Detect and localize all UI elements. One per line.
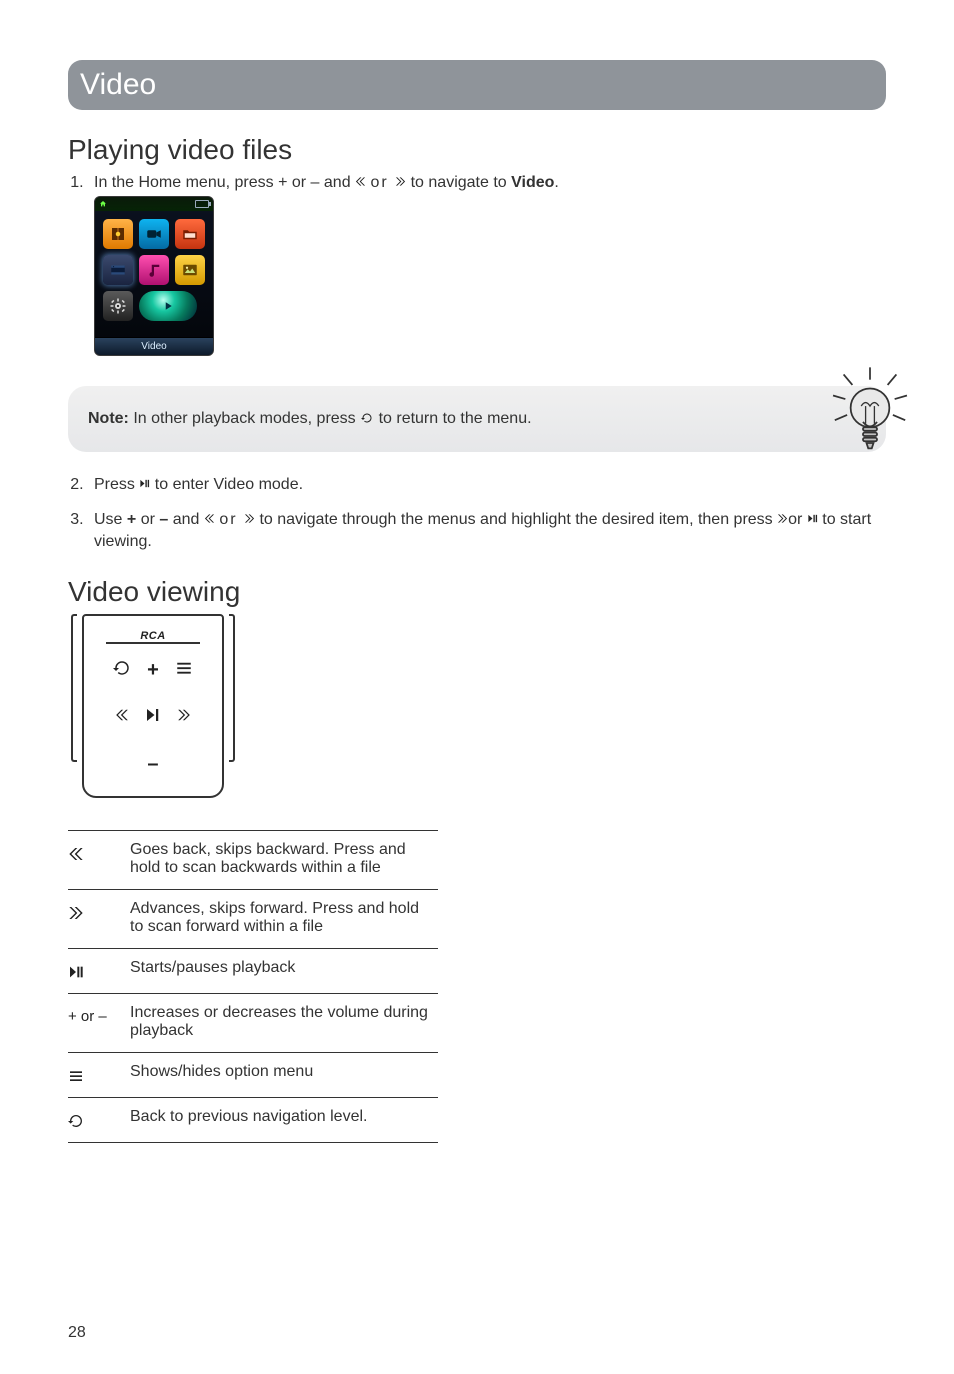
s3-pre: Use <box>94 511 127 528</box>
s3-and: and <box>168 511 204 528</box>
s2-pre: Press <box>94 476 139 493</box>
home-icon <box>99 200 107 208</box>
menu-icon <box>175 659 193 682</box>
tile-video-selected <box>103 255 133 285</box>
return-icon <box>360 410 374 427</box>
s2-post: to enter Video mode. <box>150 476 303 493</box>
row-back: Back to previous navigation level. <box>68 1098 438 1143</box>
device-diagram: RCA + – <box>68 614 238 798</box>
lightbulb-icon <box>826 364 914 464</box>
back-desc: Back to previous navigation level. <box>130 1098 438 1143</box>
prev-desc: Goes back, skips backward. Press and hol… <box>130 831 438 890</box>
vol-desc: Increases or decreases the volume during… <box>130 994 438 1053</box>
chevron-left-icon <box>115 708 129 727</box>
steps-list-2: Press to enter Video mode. Use + or – an… <box>68 474 886 553</box>
home-caption: Video <box>95 337 213 355</box>
play-pause-icon <box>68 949 130 994</box>
row-next: Advances, skips forward. Press and hold … <box>68 890 438 949</box>
page-number: 28 <box>68 1324 86 1342</box>
step-1: In the Home menu, press + or – and or to… <box>88 172 886 356</box>
tile-photo <box>175 255 205 285</box>
menu-icon <box>68 1053 130 1098</box>
plus-icon: + <box>147 659 159 682</box>
home-menu-screenshot: Video <box>94 196 214 356</box>
controls-table: Goes back, skips backward. Press and hol… <box>68 830 438 1143</box>
section-heading-playing: Playing video files <box>68 134 886 166</box>
play-desc: Starts/pauses playback <box>130 949 438 994</box>
step-2: Press to enter Video mode. <box>88 474 886 496</box>
device-screen: RCA <box>106 622 200 644</box>
section-heading-viewing: Video viewing <box>68 576 886 608</box>
device-logo: RCA <box>140 630 165 642</box>
step-3: Use + or – and or to navigate through th… <box>88 509 886 552</box>
next-desc: Advances, skips forward. Press and hold … <box>130 890 438 949</box>
device-right-rail <box>229 614 235 762</box>
page-title: Video <box>80 68 156 102</box>
play-pause-icon <box>139 474 150 496</box>
chevron-right-icon <box>244 509 255 531</box>
prev-icon <box>68 831 130 890</box>
row-playpause: Starts/pauses playback <box>68 949 438 994</box>
s3-or2: or <box>219 511 244 528</box>
step1-end: . <box>554 174 558 191</box>
tile-settings <box>103 291 133 321</box>
s3-or1: or <box>136 511 159 528</box>
section-titlebar: Video <box>68 60 886 110</box>
back-icon <box>68 1098 130 1143</box>
menu-desc: Shows/hides option menu <box>130 1053 438 1098</box>
statusbar <box>95 197 213 211</box>
tile-camera <box>139 219 169 249</box>
row-volume: + or – Increases or decreases the volume… <box>68 994 438 1053</box>
note-pre: In other playback modes, press <box>129 410 360 427</box>
note-box: Note: In other playback modes, press to … <box>68 386 886 452</box>
back-icon <box>113 659 131 682</box>
s3-mid: to navigate through the menus and highli… <box>259 511 777 528</box>
row-prev: Goes back, skips backward. Press and hol… <box>68 831 438 890</box>
s3-minus: – <box>159 511 168 528</box>
battery-icon <box>195 200 209 208</box>
step1-text-post: to navigate to <box>411 174 512 191</box>
chevron-left-icon <box>204 509 215 531</box>
note-post: to return to the menu. <box>374 410 531 427</box>
row-menu: Shows/hides option menu <box>68 1053 438 1098</box>
play-pause-icon <box>807 509 818 531</box>
chevron-right-icon <box>177 708 191 727</box>
tile-music <box>139 255 169 285</box>
device-left-rail <box>71 614 77 762</box>
tile-files <box>175 219 205 249</box>
step1-video-word: Video <box>511 174 554 191</box>
tile-audiobooks <box>103 219 133 249</box>
s3-plus: + <box>127 511 136 528</box>
step1-or: or <box>370 174 395 191</box>
chevron-left-icon <box>355 172 366 194</box>
tile-play <box>139 291 197 321</box>
note-label: Note: <box>88 410 129 427</box>
steps-list-1: In the Home menu, press + or – and or to… <box>68 172 886 356</box>
s3-or3: or <box>788 511 807 528</box>
step1-text-pre: In the Home menu, press + or – and <box>94 174 355 191</box>
vol-label: + or – <box>68 1008 107 1025</box>
minus-icon: – <box>147 753 158 776</box>
device-body: RCA + – <box>82 614 224 798</box>
chevron-right-icon <box>777 509 788 531</box>
play-skip-icon <box>144 706 162 729</box>
next-icon <box>68 890 130 949</box>
chevron-right-icon <box>395 172 406 194</box>
